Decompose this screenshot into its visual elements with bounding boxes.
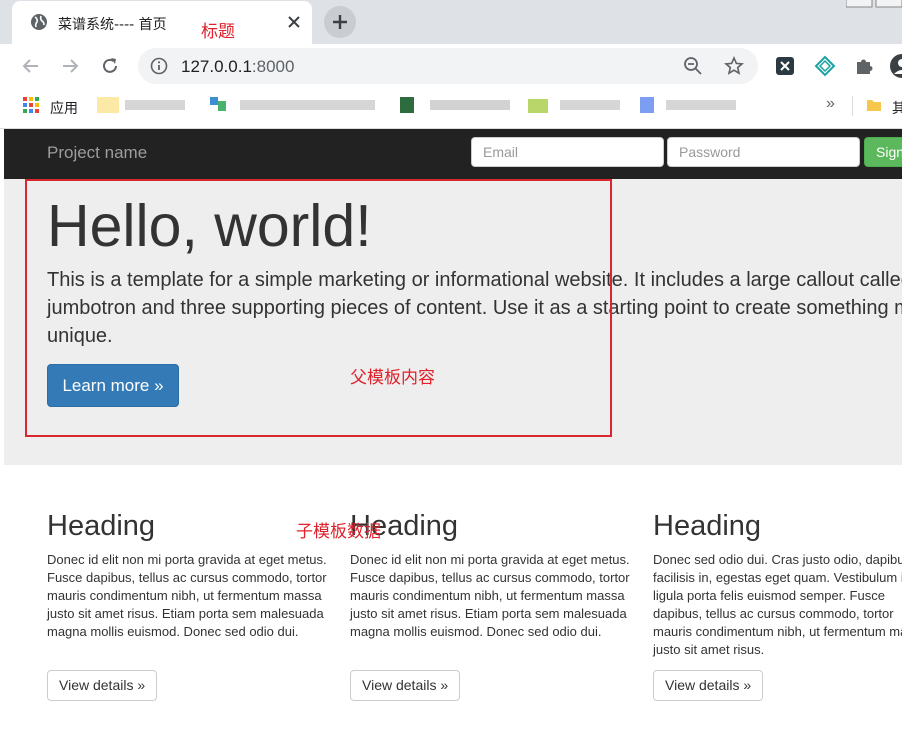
annotation-title: 标题 [201,22,235,42]
apps-label[interactable]: 应用 [50,98,78,118]
profile-avatar-icon[interactable] [890,54,902,78]
view-details-button[interactable]: View details » [653,670,764,701]
back-arrow-icon[interactable] [20,55,42,77]
globe-icon [31,14,47,30]
bookmark-star-icon[interactable] [724,56,744,76]
browser-tab[interactable]: 菜谱系统---- 首页 [12,1,312,44]
folder-icon[interactable] [866,97,882,113]
password-field[interactable] [667,137,860,167]
forward-arrow-icon[interactable] [59,55,81,77]
tab-strip: 菜谱系统---- 首页 [0,0,902,44]
bookmarks-bar: 应用 » 其 [0,88,902,129]
navbar: Project name Sign in [4,129,902,179]
bookmarks-divider [852,96,853,116]
tab-title: 菜谱系统---- 首页 [58,17,167,33]
extensions-puzzle-icon[interactable] [853,55,875,77]
view-details-button[interactable]: View details » [350,670,461,701]
url-host: 127.0.0.1 [181,57,252,76]
column-text: Donec id elit non mi porta gravida at eg… [47,552,327,639]
annotation-parent-template: 父模板内容 [350,368,435,388]
address-bar[interactable]: 127.0.0.1:8000 [138,48,758,84]
new-tab-button[interactable] [324,6,356,38]
window-controls[interactable] [846,0,902,8]
column-heading: Heading [47,510,156,542]
column-text: Donec sed odio dui. Cras justo odio, dap… [653,552,902,657]
column-heading: Heading [653,510,762,542]
bookmark-folder-label[interactable]: 其 [892,98,902,118]
extension-x-icon[interactable] [774,55,796,77]
close-tab-icon[interactable] [284,12,304,32]
email-field[interactable] [471,137,664,167]
blurred-bookmark-3[interactable] [400,95,515,115]
blurred-bookmark-1[interactable] [97,95,193,115]
more-bookmarks-button[interactable]: » [826,95,835,113]
blurred-bookmark-4[interactable] [528,95,623,115]
annotation-child-template: 子模板数据 [296,522,381,542]
browser-toolbar: 127.0.0.1:8000 [0,44,902,88]
plus-icon [333,15,347,29]
sign-in-button[interactable]: Sign in [864,137,902,167]
blurred-bookmark-5[interactable] [640,95,740,115]
zoom-out-icon[interactable] [683,56,703,76]
url-port: :8000 [251,57,295,76]
info-icon[interactable] [150,57,168,75]
blurred-bookmark-2[interactable] [210,95,380,115]
column-text: Donec id elit non mi porta gravida at eg… [350,552,630,639]
navbar-brand[interactable]: Project name [47,143,147,163]
extension-diamond-icon[interactable] [814,55,836,77]
apps-grid-icon[interactable] [23,97,39,113]
parent-template-highlight-box [25,179,612,437]
view-details-button[interactable]: View details » [47,670,158,701]
url-text[interactable]: 127.0.0.1:8000 [181,57,294,77]
reload-icon[interactable] [99,55,121,77]
